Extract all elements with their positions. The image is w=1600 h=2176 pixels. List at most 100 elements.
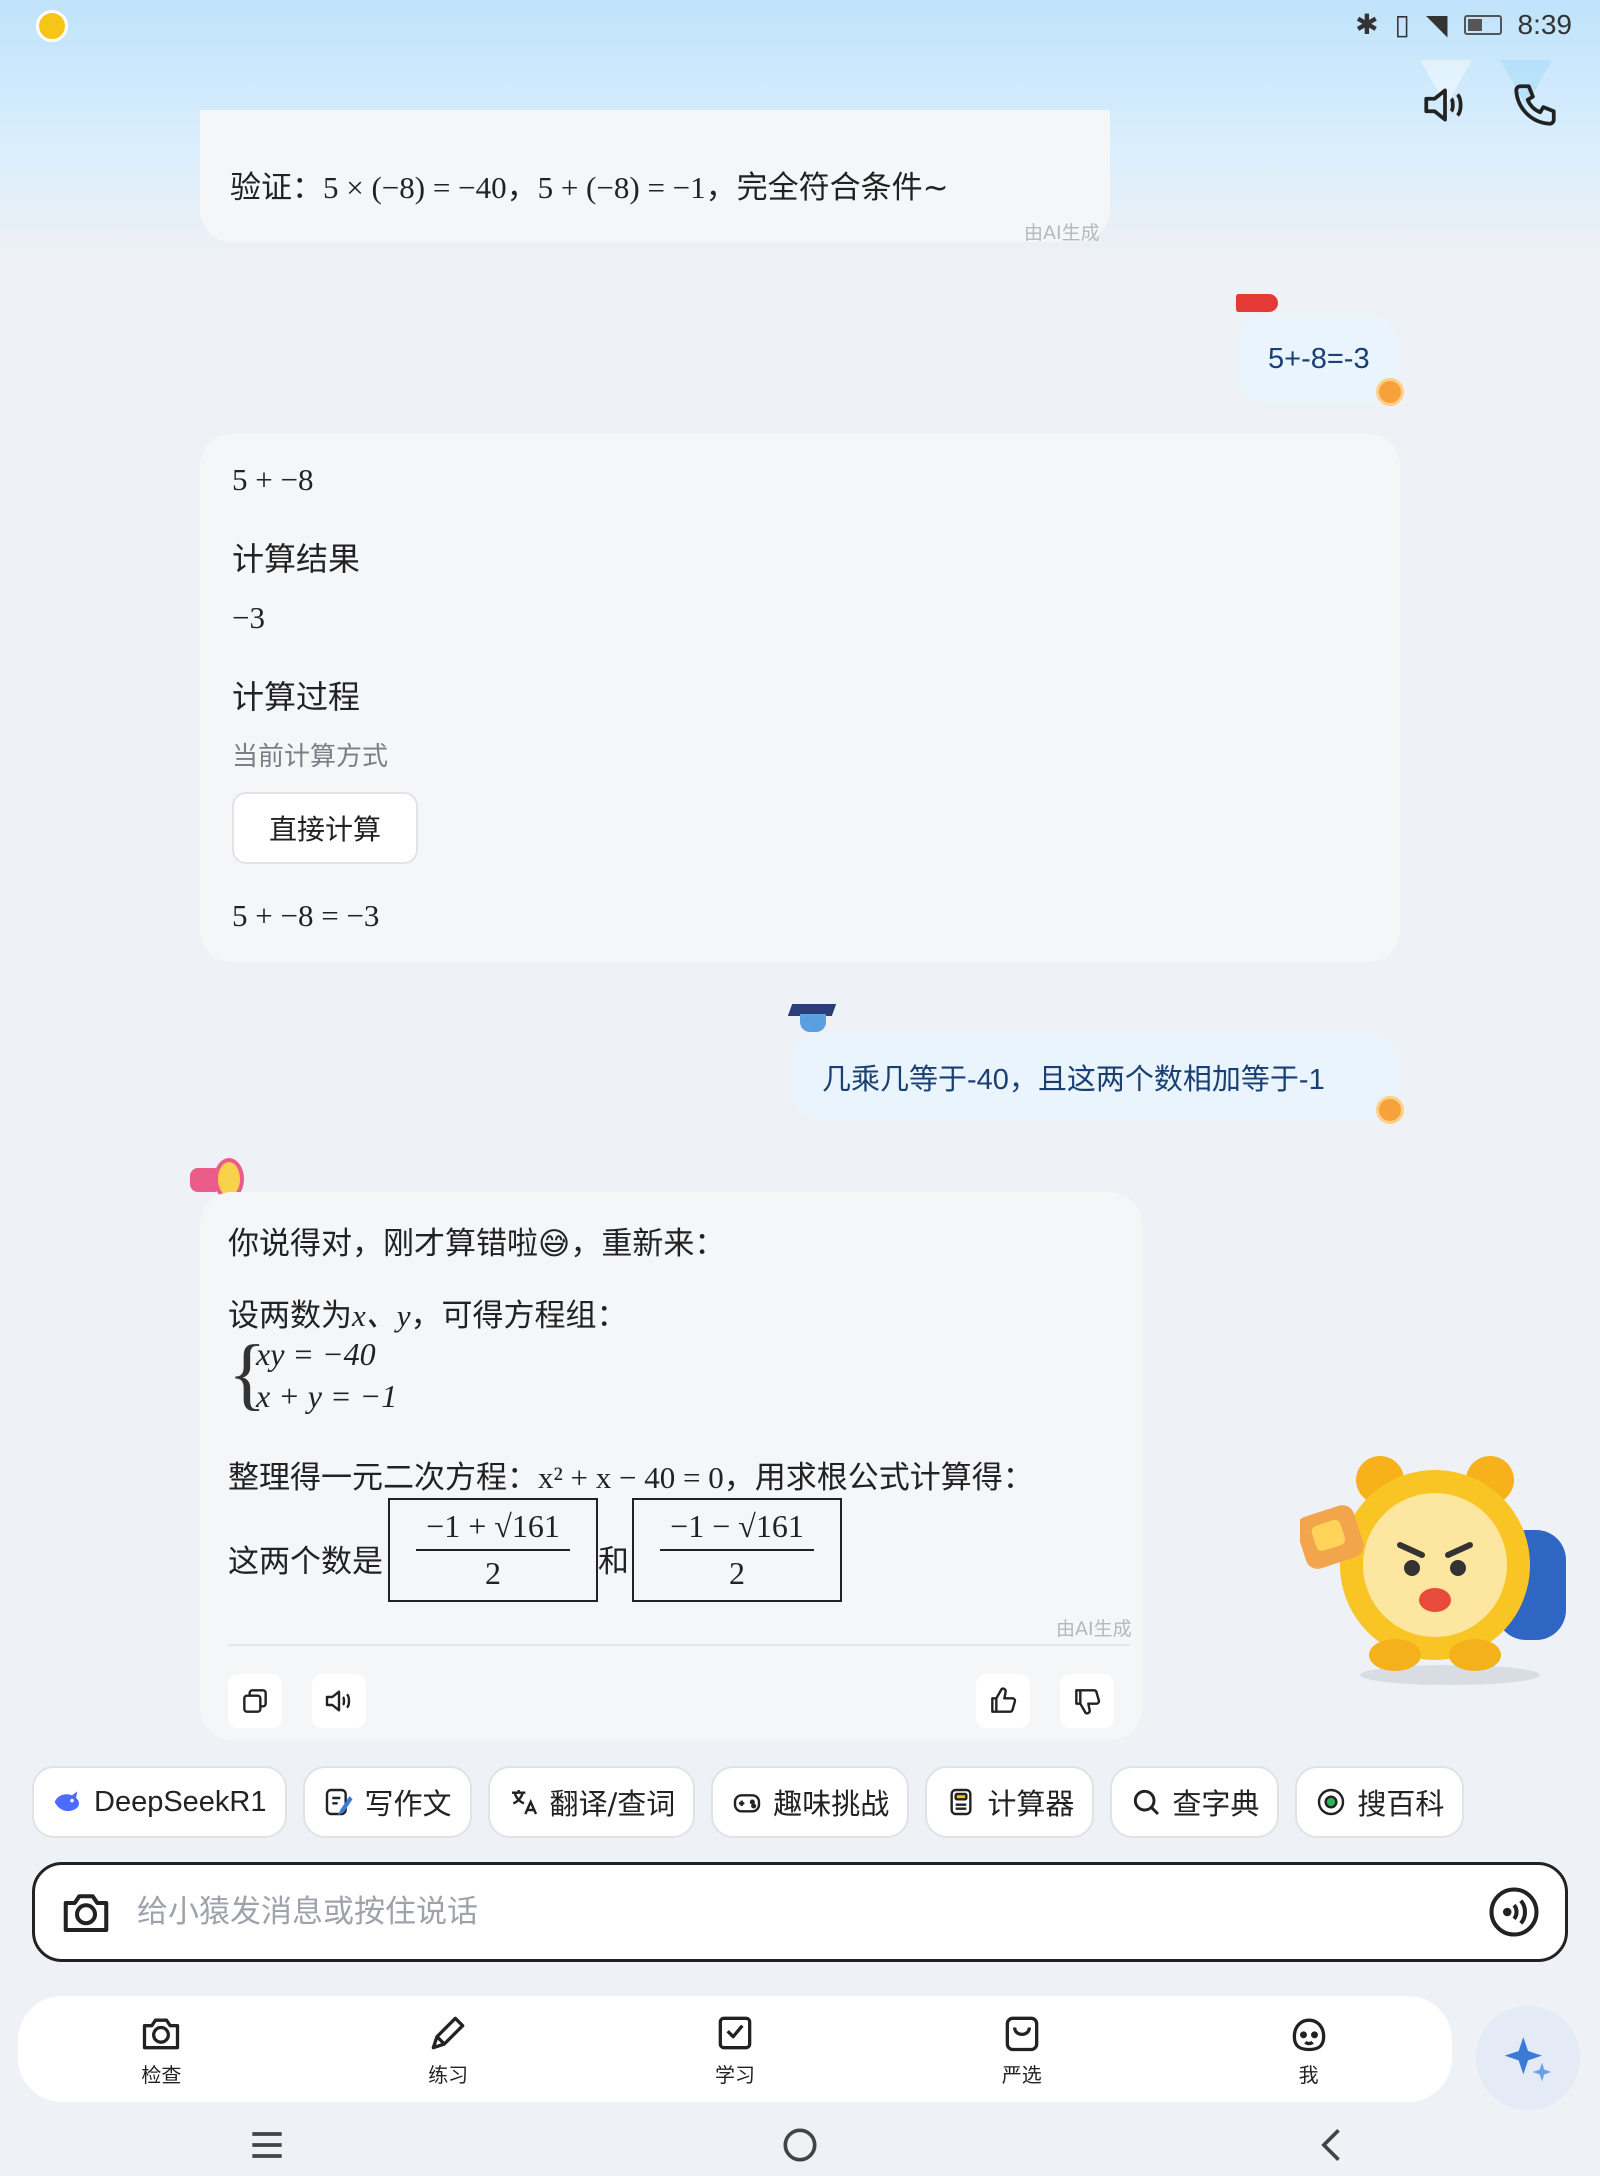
quad-equation: x² + x − 40 = 0: [538, 1460, 724, 1495]
sender-badge-icon: [1376, 1096, 1404, 1124]
copy-icon: [243, 1689, 267, 1713]
tab-practice[interactable]: 练习: [388, 2011, 508, 2088]
process-heading: 计算过程: [232, 678, 361, 716]
red-flag-avatar-icon: [1236, 294, 1278, 312]
root-2-denominator: 2: [729, 1555, 745, 1591]
system-nav-bar: [0, 2114, 1600, 2176]
sender-badge-icon: [1376, 378, 1404, 406]
mode-label: 当前计算方式: [232, 742, 389, 772]
speaker-icon[interactable]: [1420, 80, 1470, 130]
ai-assistant-button[interactable]: [1476, 2006, 1580, 2110]
setup-prefix: 设两数为: [228, 1298, 352, 1334]
answer-prefix: 这两个数是: [228, 1544, 383, 1580]
tab-label: 我: [1298, 2062, 1319, 2087]
ai-generated-tag: 由AI生成: [1056, 1618, 1132, 1640]
search-icon: [1134, 1789, 1160, 1816]
tab-label: 学习: [714, 2062, 755, 2087]
thumbs-down-icon: [1075, 1689, 1101, 1715]
chip-label: 计算器: [987, 1787, 1075, 1821]
equation-1: xy = −40: [256, 1336, 376, 1372]
tab-study[interactable]: 学习: [675, 2011, 795, 2088]
root-1-box: −1 + √161 2: [388, 1498, 598, 1602]
quick-action-deepseek[interactable]: DeepSeekR1: [32, 1766, 287, 1838]
clock: 8:39: [1517, 8, 1573, 40]
menu-icon[interactable]: [245, 2123, 289, 2167]
chip-label: 查字典: [1172, 1787, 1260, 1821]
answer-conjunction: 和: [598, 1544, 629, 1580]
result-value: −3: [232, 600, 265, 635]
back-icon[interactable]: [1311, 2123, 1355, 2167]
bottom-tab-bar: 检查 练习 学习 严选 我: [18, 1996, 1452, 2102]
quad-prefix: 整理得一元二次方程：: [228, 1460, 538, 1496]
home-icon[interactable]: [778, 2123, 822, 2167]
app-notification-icon: [36, 10, 68, 42]
quick-actions: DeepSeekR1 写作文 翻译/查词 趣味挑战 计算器 查字典 搜百科: [32, 1766, 1465, 1838]
dislike-button[interactable]: [1060, 1674, 1114, 1728]
tab-me[interactable]: 我: [1249, 2011, 1369, 2088]
chip-label: 写作文: [364, 1787, 452, 1821]
pen-doc-icon: [325, 1788, 353, 1816]
tab-select[interactable]: 严选: [962, 2011, 1082, 2088]
vibrate-icon: ▯: [1394, 9, 1410, 40]
verify-label: 验证：: [230, 170, 323, 206]
shopping-bag-icon: [1005, 2016, 1039, 2051]
message-divider: [228, 1644, 1130, 1646]
alarm-clock-mascot[interactable]: [1300, 1450, 1580, 1690]
message-input-bar: [32, 1862, 1568, 1962]
root-1-denominator: 2: [485, 1555, 501, 1591]
quadratic-line: 整理得一元二次方程：x² + x − 40 = 0，用求根公式计算得：: [228, 1452, 1034, 1497]
status-bar: ✱ ▯ ◥ 8:39: [0, 0, 1600, 54]
like-button[interactable]: [976, 1674, 1030, 1728]
thumbs-up-icon: [991, 1687, 1017, 1713]
quick-action-essay[interactable]: 写作文: [302, 1766, 472, 1838]
camera-icon[interactable]: [59, 1885, 113, 1939]
chip-label: 翻译/查词: [549, 1787, 676, 1821]
quick-action-translate[interactable]: 翻译/查词: [487, 1766, 696, 1838]
answer-intro: 你说得对，刚才算错啦😅，重新来：: [228, 1226, 726, 1262]
whale-icon: [54, 1791, 79, 1812]
setup-vars: x、y: [352, 1298, 411, 1333]
direct-calc-button[interactable]: 直接计算: [232, 792, 418, 864]
answer-setup: 设两数为x、y，可得方程组：: [228, 1290, 628, 1335]
ai-generated-tag: 由AI生成: [1024, 222, 1100, 244]
ai-calc-card: [200, 434, 1400, 962]
user-message-text: 几乘几等于-40，且这两个数相加等于-1: [822, 1064, 1325, 1096]
chip-label: 搜百科: [1357, 1787, 1445, 1821]
root-1-numerator: −1 + √161: [416, 1508, 570, 1551]
tab-check[interactable]: 检查: [101, 2011, 221, 2088]
message-input[interactable]: [137, 1894, 1487, 1930]
call-controls: [1420, 80, 1560, 130]
gamepad-icon: [734, 1794, 761, 1813]
verify-math: 5 × (−8) = −40，5 + (−8) = −1: [323, 170, 706, 205]
compass-icon: [1318, 1788, 1345, 1816]
wifi-icon: ◥: [1425, 9, 1448, 40]
user-message-text: 5+-8=-3: [1268, 342, 1370, 375]
calc-equation: 5 + −8 = −3: [232, 898, 380, 933]
chip-label: DeepSeekR1: [94, 1785, 267, 1818]
copy-button[interactable]: [228, 1674, 282, 1728]
read-aloud-button[interactable]: [312, 1674, 366, 1728]
voice-input-icon[interactable]: [1487, 1885, 1541, 1939]
pencil-icon: [431, 2016, 465, 2049]
quick-action-dictionary[interactable]: 查字典: [1110, 1766, 1280, 1838]
user-message-bubble[interactable]: 5+-8=-3: [1238, 316, 1398, 402]
speaker-icon: [325, 1690, 351, 1712]
root-2-box: −1 − √161 2: [632, 1498, 842, 1602]
quad-suffix: ，用求根公式计算得：: [723, 1460, 1034, 1496]
quick-action-calculator[interactable]: 计算器: [925, 1766, 1095, 1838]
calc-expression: 5 + −8: [232, 462, 314, 497]
ai-message-text: 验证：5 × (−8) = −40，5 + (−8) = −1，完全符合条件~: [230, 162, 949, 207]
calculator-icon: [950, 1788, 972, 1816]
bluetooth-icon: ✱: [1355, 9, 1379, 40]
user-message-bubble[interactable]: 几乘几等于-40，且这两个数相加等于-1: [792, 1034, 1398, 1120]
quick-action-challenge[interactable]: 趣味挑战: [711, 1766, 910, 1838]
quick-action-encyclopedia[interactable]: 搜百科: [1295, 1766, 1465, 1838]
chip-label: 趣味挑战: [773, 1787, 890, 1821]
face-icon: [1292, 2018, 1325, 2051]
phone-icon[interactable]: [1510, 80, 1560, 130]
setup-suffix: ，可得方程组：: [410, 1298, 628, 1334]
result-heading: 计算结果: [232, 540, 361, 578]
battery-icon: [1463, 14, 1502, 35]
tab-label: 练习: [428, 2062, 469, 2087]
verify-suffix: ，完全符合条件~: [705, 170, 949, 206]
